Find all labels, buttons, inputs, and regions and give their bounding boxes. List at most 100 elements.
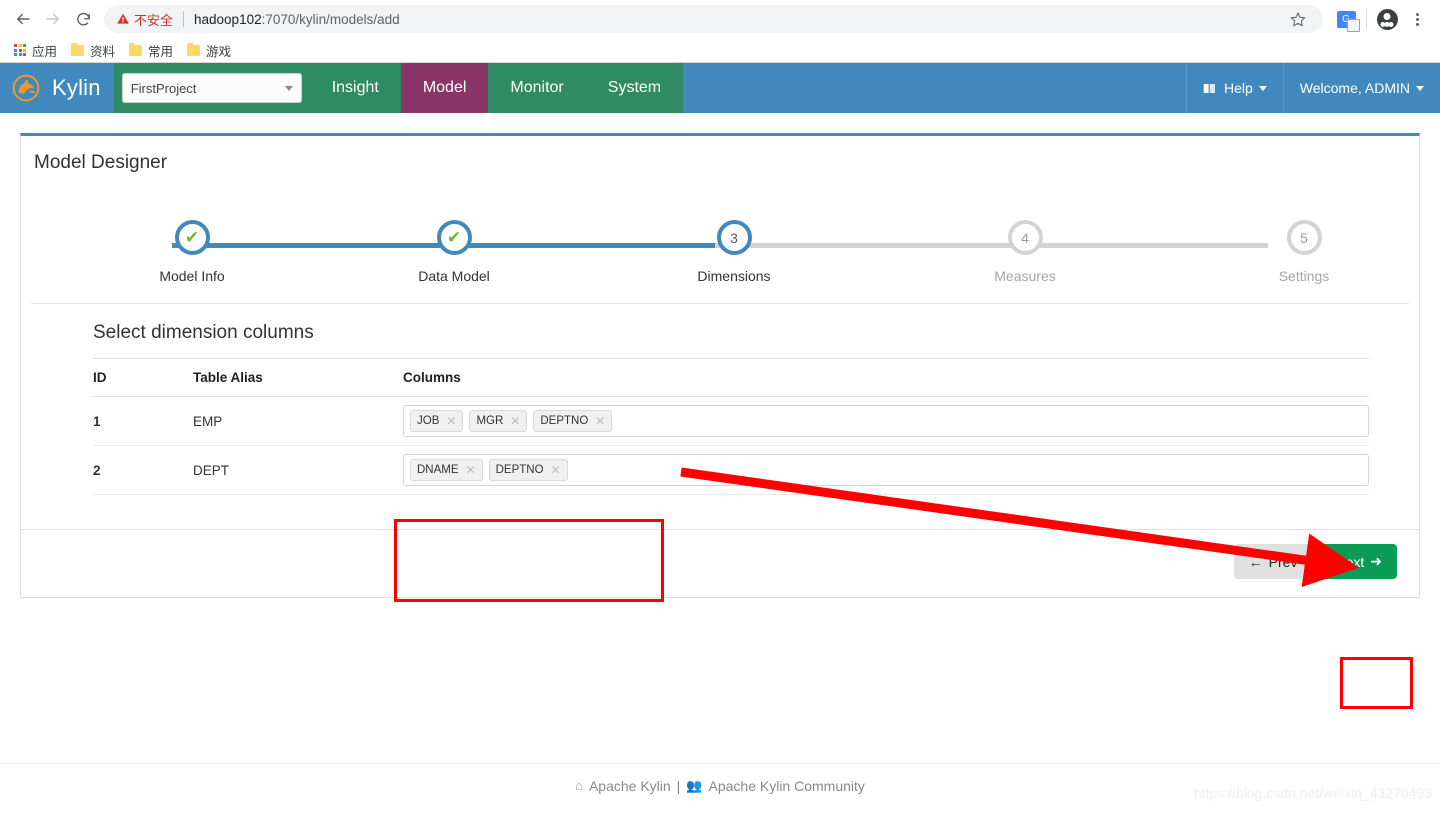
apps-grid-icon [14,44,26,56]
nav-tab-insight[interactable]: Insight [309,63,401,113]
nav-tab-system[interactable]: System [585,63,684,113]
tag-chip[interactable]: JOB ✕ [410,410,464,432]
tag-chip[interactable]: DEPTNO ✕ [533,410,613,432]
welcome-label: Welcome, ADMIN [1299,80,1410,96]
three-dot-menu-icon[interactable] [1402,4,1432,34]
translate-icon[interactable]: G [1331,4,1361,34]
tag-chip[interactable]: DEPTNO ✕ [488,459,568,481]
warning-triangle-icon [117,13,129,24]
tag-label: MGR [476,415,504,427]
bookmark-folder-youxi[interactable]: 游戏 [181,39,239,62]
check-icon: ✔ [446,228,462,247]
url-host: hadoop102 [194,11,262,27]
step-circle: ✔ [436,220,472,255]
bookmark-folder-ziliao[interactable]: 资料 [65,39,123,62]
project-select-value: FirstProject [130,80,197,96]
security-warning-label: 不安全 [134,13,174,29]
bookmark-label: 游戏 [206,43,232,59]
column-header-table-alias: Table Alias [193,358,403,397]
arrow-left-icon: ← [1248,553,1263,570]
bookmark-bar: 应用 资料 常用 游戏 [0,38,1440,62]
user-menu[interactable]: Welcome, ADMIN [1282,63,1440,113]
step-number: 4 [1021,229,1029,246]
navbar-spacer [683,63,1186,113]
close-x-icon[interactable]: ✕ [446,413,456,429]
home-icon: ⌂ [575,778,583,793]
close-x-icon[interactable]: ✕ [510,413,520,429]
project-selector-wrap: FirstProject [113,63,310,113]
bookmark-apps[interactable]: 应用 [8,39,65,62]
caret-down-icon [1258,85,1267,91]
brand-home-link[interactable]: Kylin [0,63,114,113]
section-heading: Select dimension columns [93,322,314,343]
footer-link-apache-kylin[interactable]: Apache Kylin [589,778,671,794]
forward-arrow-icon[interactable] [38,4,68,34]
tag-chip[interactable]: MGR ✕ [469,410,528,432]
profile-avatar-icon[interactable] [1372,4,1402,34]
toolbar-divider [1366,9,1367,29]
step-settings[interactable]: 5 Settings [1224,220,1384,284]
menu-dots [1415,12,1419,26]
step-model-info[interactable]: ✔ Model Info [112,220,272,284]
brand-name: Kylin [52,75,101,100]
next-button[interactable]: Next ➜ [1320,544,1397,579]
step-number: 5 [1300,229,1308,246]
tag-label: JOB [417,415,440,427]
step-circle: ✔ [174,220,210,255]
columns-tag-input-emp[interactable]: JOB ✕ MGR ✕ DEPTNO ✕ [403,405,1369,437]
folder-icon [187,42,201,56]
prev-button[interactable]: ← Prev [1233,544,1313,579]
step-label: Data Model [418,268,490,284]
table-row: 1 EMP JOB ✕ MGR ✕ DEPTNO ✕ [93,396,1369,446]
close-x-icon[interactable]: ✕ [466,462,476,478]
table-header-row: ID Table Alias Columns [93,358,1369,397]
column-header-id: ID [93,358,193,397]
footer-separator: | [676,777,681,794]
watermark: https://blog.csdn.net/weixin_43270493 [1193,785,1432,801]
tag-label: DEPTNO [540,415,589,427]
omnibox-divider [183,11,185,27]
close-x-icon[interactable]: ✕ [595,413,605,429]
reload-icon[interactable] [68,4,98,34]
step-measures[interactable]: 4 Measures [945,220,1105,284]
row-table-alias: EMP [193,396,403,446]
kylin-navbar: Kylin FirstProject Insight Model Monitor… [0,63,1440,113]
step-label: Dimensions [697,268,771,284]
tag-chip[interactable]: DNAME ✕ [410,459,483,481]
dimension-section: Select dimension columns ID Table Alias … [21,304,1419,495]
wizard-stepper: ✔ Model Info ✔ Data Model 3 Dimensions 4… [31,186,1409,304]
prev-label: Prev [1268,553,1298,570]
project-select[interactable]: FirstProject [121,73,302,103]
arrow-right-icon: ➜ [1370,553,1382,569]
users-icon: 👥 [686,777,703,793]
nav-tab-label: System [607,79,662,96]
bookmark-label: 资料 [90,43,116,59]
help-menu[interactable]: Help [1185,63,1283,113]
bookmark-label: 常用 [148,43,174,59]
nav-tab-model[interactable]: Model [400,63,489,113]
bookmark-folder-changyong[interactable]: 常用 [123,39,181,62]
step-data-model[interactable]: ✔ Data Model [374,220,534,284]
table-row: 2 DEPT DNAME ✕ DEPTNO ✕ [93,445,1369,495]
url-text[interactable]: hadoop102:7070/kylin/models/add [194,12,1285,27]
back-arrow-icon[interactable] [8,4,38,34]
folder-icon [129,42,143,56]
nav-tab-monitor[interactable]: Monitor [488,63,586,113]
browser-toolbar: 不安全 hadoop102:7070/kylin/models/add G [0,0,1440,38]
avatar [1376,8,1398,30]
footer-link-community[interactable]: Apache Kylin Community [709,778,865,794]
column-header-columns: Columns [403,358,1369,397]
security-status-chip[interactable]: 不安全 [116,10,173,29]
row-columns-cell: JOB ✕ MGR ✕ DEPTNO ✕ [403,396,1369,446]
columns-tag-input-dept[interactable]: DNAME ✕ DEPTNO ✕ [403,454,1369,486]
bookmark-star-icon[interactable] [1285,6,1311,32]
close-x-icon[interactable]: ✕ [551,462,561,478]
step-circle: 5 [1286,220,1322,255]
check-icon: ✔ [184,228,200,247]
row-id: 1 [93,396,193,446]
step-number: 3 [730,229,738,246]
step-label: Settings [1278,268,1330,284]
step-dimensions[interactable]: 3 Dimensions [654,220,814,284]
address-bar[interactable]: 不安全 hadoop102:7070/kylin/models/add [104,5,1323,33]
row-columns-cell: DNAME ✕ DEPTNO ✕ [403,445,1369,495]
